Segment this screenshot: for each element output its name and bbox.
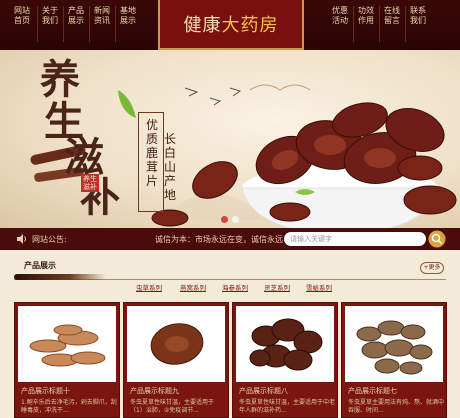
nav-item-contact[interactable]: 联系我们 (410, 6, 426, 25)
carousel-dot[interactable] (221, 216, 228, 223)
slogan-line-1: 优质鹿茸片 (145, 118, 158, 188)
nav-divider (115, 6, 116, 42)
product-image[interactable] (18, 306, 116, 382)
banner-char-1: 养 (40, 56, 80, 103)
hero-banner[interactable]: 养 生 滋 补 养生滋补 优质鹿茸片 长白山产地 (0, 50, 460, 228)
nav-divider (63, 6, 64, 42)
category-link[interactable]: 灵芝系列 (264, 282, 290, 292)
product-desc: 冬虫夏草性味甘温，主要适用于中老年人群的滋补药... (239, 399, 336, 414)
nav-divider (405, 6, 406, 42)
category-link[interactable]: 海参系列 (222, 282, 248, 292)
products-header: 产品展示 +更多 (14, 254, 446, 280)
nav-item-base[interactable]: 基地展示 (120, 6, 136, 25)
product-title[interactable]: 产品展示标题八 (239, 386, 288, 396)
nav-item-about[interactable]: 关于我们 (42, 6, 58, 25)
search-icon[interactable] (428, 230, 446, 248)
search-input[interactable]: 请输入关键字 (284, 232, 426, 246)
nav-divider (353, 6, 354, 42)
product-desc: 冬虫夏草性味甘温，主要适用于（1）治肺，②免疫调节... (130, 399, 215, 414)
product-image[interactable] (345, 306, 443, 382)
product-image[interactable] (236, 306, 334, 382)
product-image[interactable] (127, 306, 225, 382)
notice-label: 网站公告: (32, 235, 67, 244)
nav-divider (37, 6, 38, 42)
product-desc: 冬虫夏草主要用法有炖、熬、就酒中吞服、时间... (348, 399, 445, 414)
nav-item-products[interactable]: 产品展示 (68, 6, 84, 25)
category-link[interactable]: 虫草系列 (136, 282, 162, 292)
carousel-dots (0, 216, 460, 224)
nav-item-news[interactable]: 新闻资讯 (94, 6, 110, 25)
nav-item-promotions[interactable]: 优惠活动 (332, 6, 348, 25)
nav-divider (89, 6, 90, 42)
nav-divider (379, 6, 380, 42)
banner-char-3: 滋 (64, 134, 104, 181)
category-link[interactable]: 雪蛤系列 (306, 282, 332, 292)
slogan-line-2: 长白山产地 (163, 132, 176, 202)
speaker-icon (17, 234, 26, 244)
nav-item-effects[interactable]: 功效作用 (358, 6, 374, 25)
seal-stamp: 养生滋补 (81, 174, 99, 192)
product-card[interactable]: 产品展示标题九 冬虫夏草性味甘温，主要适用于（1）治肺，②免疫调节... (123, 302, 229, 418)
logo-text: 健康大药房 (183, 15, 279, 36)
product-card[interactable]: 产品展示标题八 冬虫夏草性味甘温，主要适用于中老年人群的滋补药... (232, 302, 338, 418)
site-logo[interactable]: 健康大药房 (158, 0, 304, 50)
nav-item-home[interactable]: 网站首页 (14, 6, 30, 25)
product-title[interactable]: 产品展示标题七 (348, 386, 397, 396)
product-card[interactable]: 产品展示标题七 冬虫夏草主要用法有炖、熬、就酒中吞服、时间... (341, 302, 447, 418)
top-nav: 网站首页 关于我们 产品展示 新闻资讯 基地展示 健康大药房 优惠活动 功效作用… (0, 0, 460, 50)
product-desc: 1.鲍辛乐后去净毛污，剁去脚爪，刮睡毒皮，冲洗干... (21, 399, 117, 414)
products-title: 产品展示 (24, 261, 56, 270)
product-title[interactable]: 产品展示标题九 (130, 386, 179, 396)
category-link[interactable]: 燕窝系列 (180, 282, 206, 292)
product-title[interactable]: 产品展示标题十 (21, 386, 70, 396)
product-card[interactable]: 产品展示标题十 1.鲍辛乐后去净毛污，剁去脚爪，刮睡毒皮，冲洗干... (14, 302, 120, 418)
notice-text[interactable]: 诚信为本：市场永远在变，诚信永远 (155, 234, 283, 245)
carousel-dot[interactable] (232, 216, 239, 223)
brush-decoration (14, 274, 106, 280)
notice-bar: 网站公告: 诚信为本：市场永远在变，诚信永远 请输入关键字 (0, 228, 460, 250)
category-tabs: 虫草系列 燕窝系列 海参系列 灵芝系列 雪蛤系列 (0, 282, 460, 294)
more-button[interactable]: +更多 (420, 262, 444, 274)
nav-item-messages[interactable]: 在线留言 (384, 6, 400, 25)
